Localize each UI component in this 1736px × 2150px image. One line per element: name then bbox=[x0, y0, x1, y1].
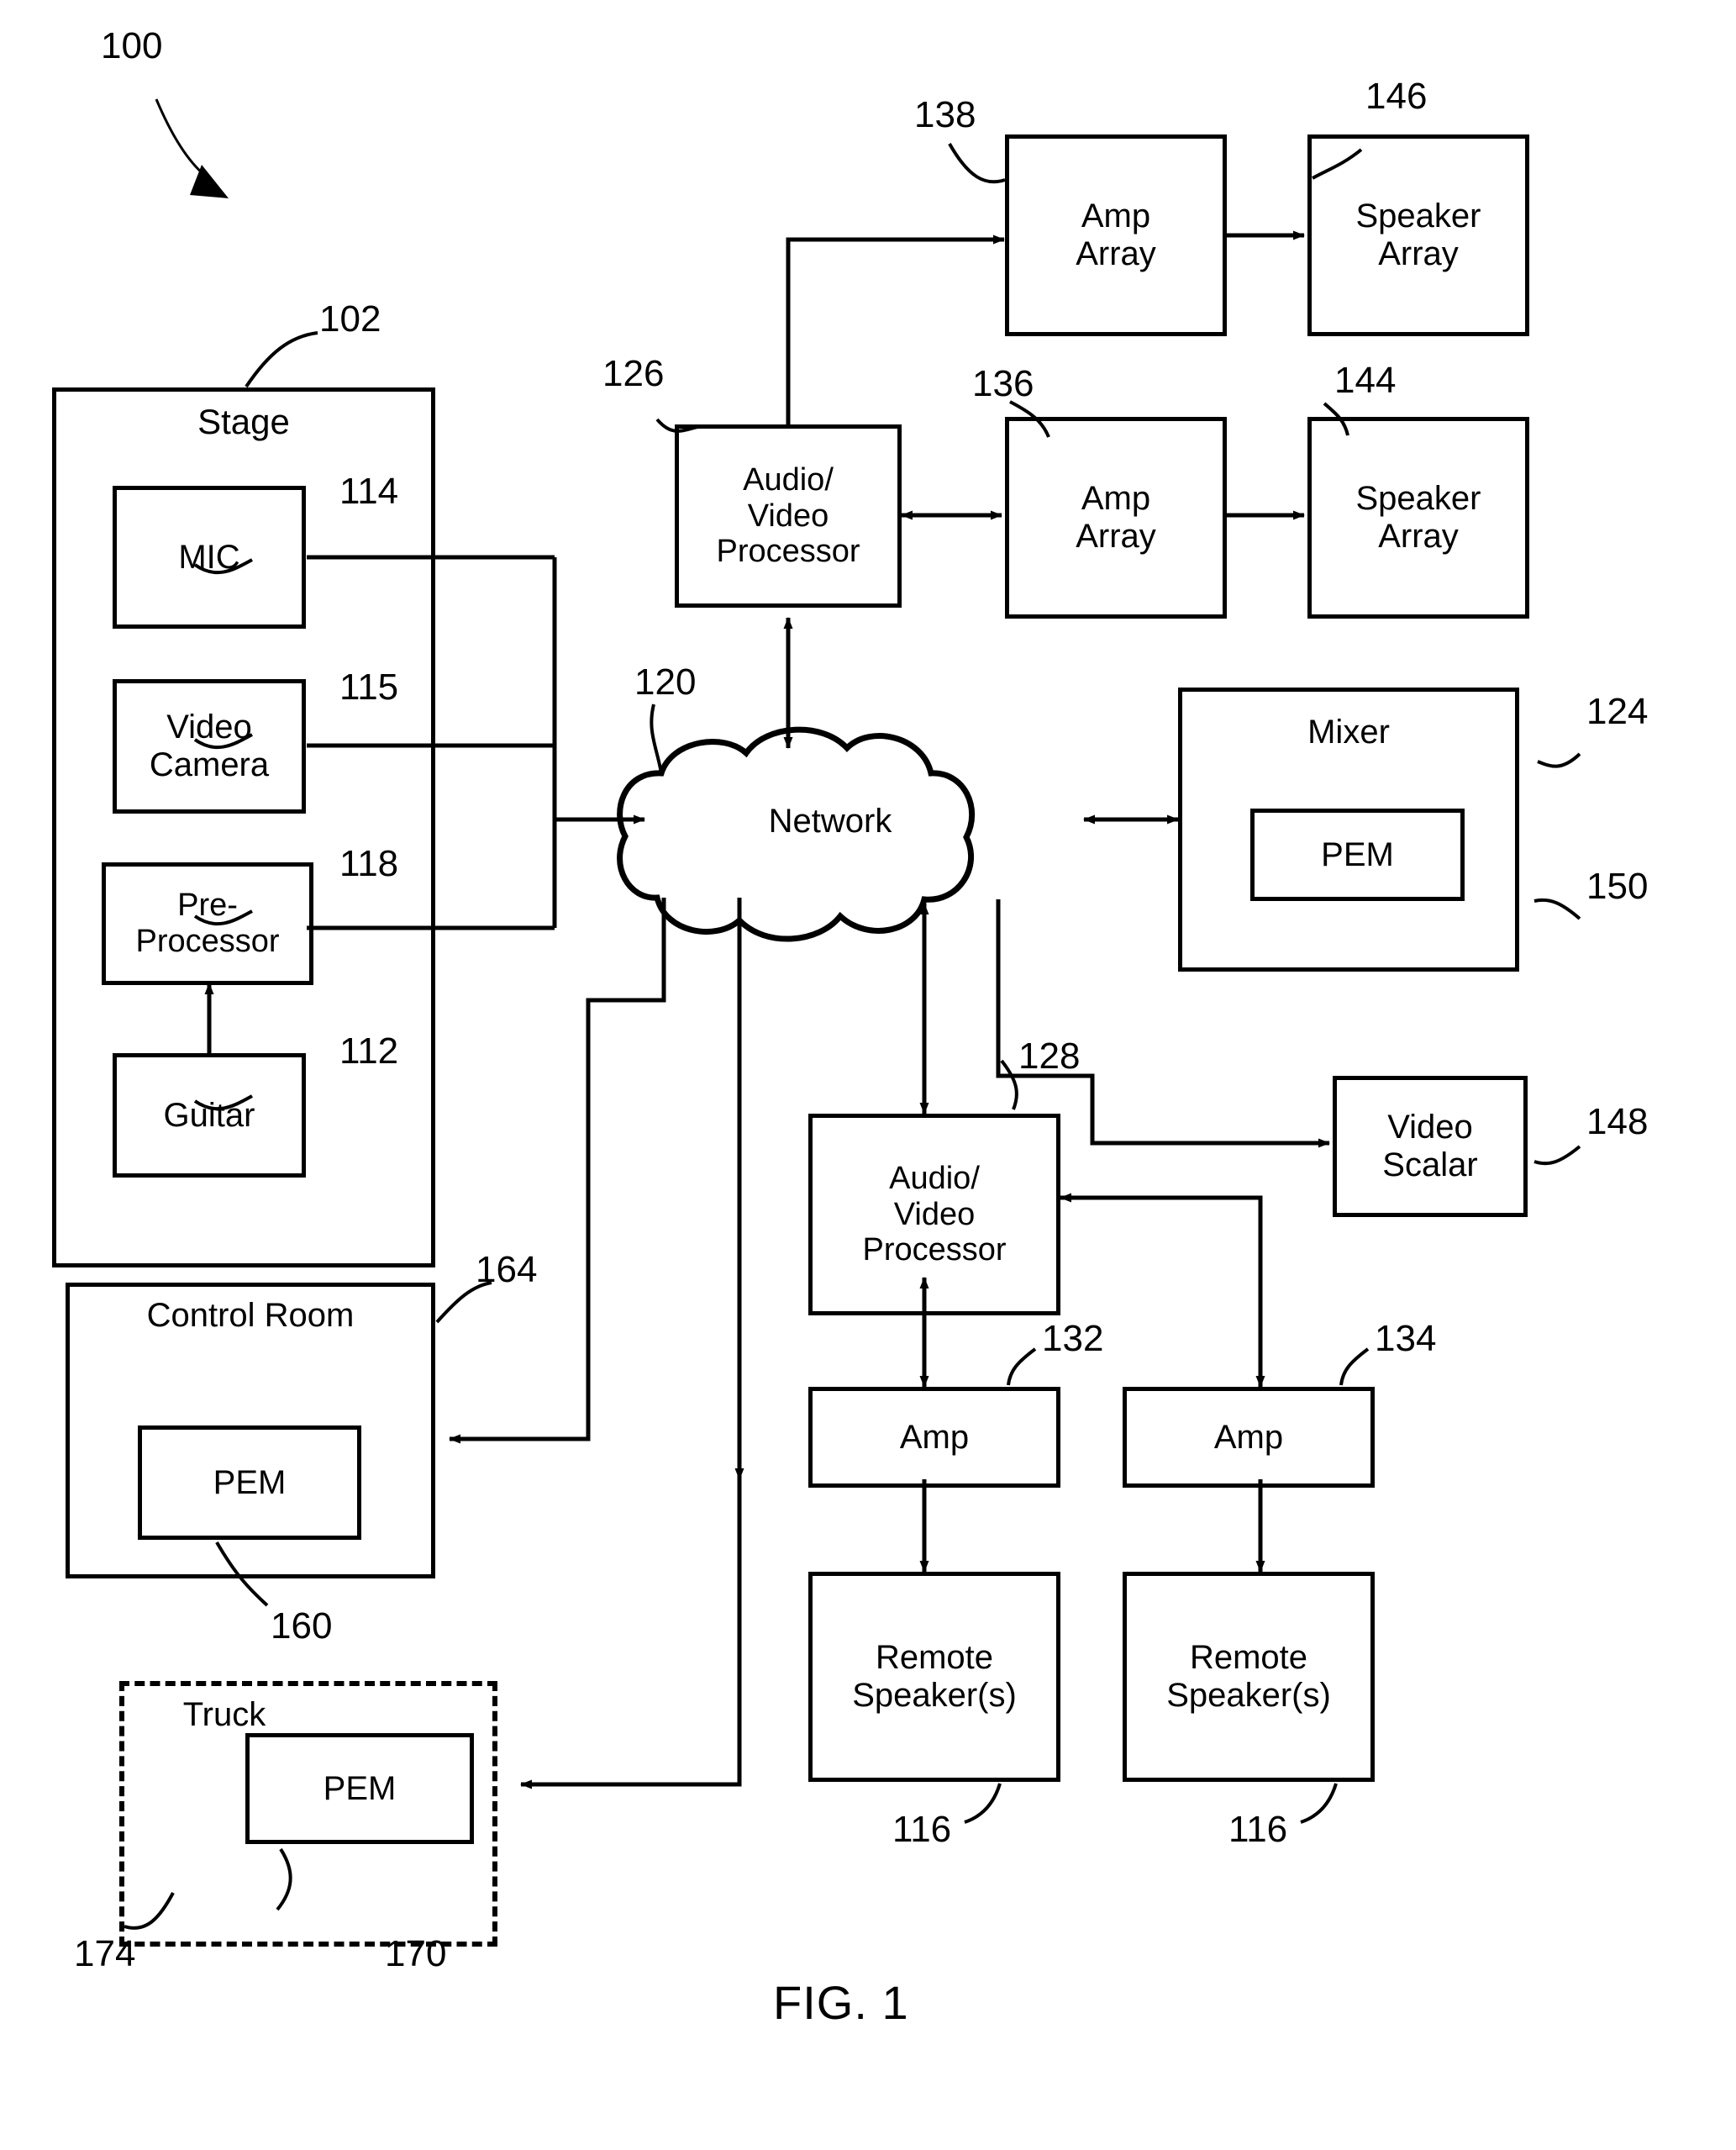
truck-label: Truck bbox=[182, 1696, 266, 1733]
ref-115: 115 bbox=[339, 667, 399, 708]
leader-120 bbox=[650, 703, 663, 774]
avp-top-label: Audio/ Video Processor bbox=[716, 462, 860, 570]
mixer-pem-label: PEM bbox=[1321, 835, 1394, 873]
ref-112: 112 bbox=[339, 1030, 399, 1072]
speaker-array-144-label: Speaker Array bbox=[1355, 480, 1481, 555]
edge-network-to-controlroom bbox=[449, 898, 666, 1444]
ref-170: 170 bbox=[385, 1933, 447, 1974]
ref-120: 120 bbox=[634, 661, 697, 703]
ref-144: 144 bbox=[1334, 360, 1397, 401]
ref-134: 134 bbox=[1375, 1318, 1437, 1359]
amp-132-box[interactable]: Amp bbox=[808, 1387, 1060, 1488]
video-camera-label: Video Camera bbox=[149, 709, 270, 783]
ref-160: 160 bbox=[271, 1605, 333, 1647]
amp-array-136-box[interactable]: Amp Array bbox=[1005, 417, 1227, 619]
ref-126: 126 bbox=[602, 353, 665, 394]
edge-network-to-truckpem bbox=[520, 1479, 742, 1789]
ref-132: 132 bbox=[1042, 1318, 1104, 1359]
mic-box[interactable]: MIC bbox=[113, 486, 306, 629]
ref-116-right: 116 bbox=[1228, 1809, 1288, 1850]
truck-pem-box[interactable]: PEM bbox=[245, 1733, 474, 1844]
amp-array-136-label: Amp Array bbox=[1076, 480, 1156, 555]
amp-134-box[interactable]: Amp bbox=[1123, 1387, 1375, 1488]
ref-164: 164 bbox=[476, 1249, 538, 1290]
video-scalar-box[interactable]: Video Scalar bbox=[1333, 1076, 1528, 1217]
ref-148: 148 bbox=[1586, 1101, 1649, 1142]
ref-128: 128 bbox=[1018, 1035, 1081, 1077]
video-scalar-label: Video Scalar bbox=[1382, 1109, 1478, 1183]
control-room-label: Control Room bbox=[146, 1297, 355, 1334]
ref-116-left: 116 bbox=[892, 1809, 952, 1850]
video-camera-box[interactable]: Video Camera bbox=[113, 679, 306, 814]
ref-150: 150 bbox=[1586, 866, 1649, 907]
ref-174: 174 bbox=[74, 1933, 136, 1974]
remote-speakers-left-label: Remote Speaker(s) bbox=[852, 1639, 1017, 1714]
pre-processor-label: Pre- Processor bbox=[135, 888, 280, 959]
speaker-array-144-box[interactable]: Speaker Array bbox=[1307, 417, 1529, 619]
pre-processor-box[interactable]: Pre- Processor bbox=[102, 862, 313, 985]
control-room-pem-label: PEM bbox=[213, 1463, 287, 1501]
control-room-pem-box[interactable]: PEM bbox=[138, 1425, 361, 1540]
network-label-wrapper[interactable]: Network bbox=[738, 803, 923, 841]
ref-118: 118 bbox=[339, 843, 399, 884]
ref-136: 136 bbox=[972, 363, 1034, 404]
figure-caption: FIG. 1 bbox=[773, 1976, 909, 2029]
amp-134-label: Amp bbox=[1213, 1418, 1284, 1456]
avp-bottom-box[interactable]: Audio/ Video Processor bbox=[808, 1114, 1060, 1315]
avp-top-box[interactable]: Audio/ Video Processor bbox=[675, 424, 902, 608]
truck-pem-label: PEM bbox=[323, 1769, 397, 1807]
avp-bottom-label: Audio/ Video Processor bbox=[862, 1161, 1007, 1268]
guitar-box[interactable]: Guitar bbox=[113, 1053, 306, 1178]
ref-114: 114 bbox=[339, 471, 399, 512]
stage-label: Stage bbox=[197, 402, 290, 441]
mixer-label: Mixer bbox=[1307, 714, 1390, 751]
remote-speakers-right-box[interactable]: Remote Speaker(s) bbox=[1123, 1572, 1375, 1782]
speaker-array-146-box[interactable]: Speaker Array bbox=[1307, 134, 1529, 336]
network-label: Network bbox=[768, 803, 892, 840]
remote-speakers-left-box[interactable]: Remote Speaker(s) bbox=[808, 1572, 1060, 1782]
patent-figure-canvas: Stage MIC Video Camera Pre- Processor Gu… bbox=[0, 0, 1736, 2150]
ref-146: 146 bbox=[1365, 76, 1428, 117]
guitar-label: Guitar bbox=[163, 1096, 255, 1134]
ref-102: 102 bbox=[319, 298, 381, 340]
ref-100: 100 bbox=[101, 25, 163, 66]
amp-array-138-label: Amp Array bbox=[1076, 198, 1156, 272]
ref-124: 124 bbox=[1586, 691, 1649, 732]
mic-label: MIC bbox=[178, 538, 240, 576]
ref-138: 138 bbox=[914, 94, 976, 135]
amp-array-138-box[interactable]: Amp Array bbox=[1005, 134, 1227, 336]
speaker-array-146-label: Speaker Array bbox=[1355, 198, 1481, 272]
remote-speakers-right-label: Remote Speaker(s) bbox=[1166, 1639, 1331, 1714]
amp-132-label: Amp bbox=[899, 1418, 970, 1456]
mixer-pem-box[interactable]: PEM bbox=[1250, 809, 1465, 901]
